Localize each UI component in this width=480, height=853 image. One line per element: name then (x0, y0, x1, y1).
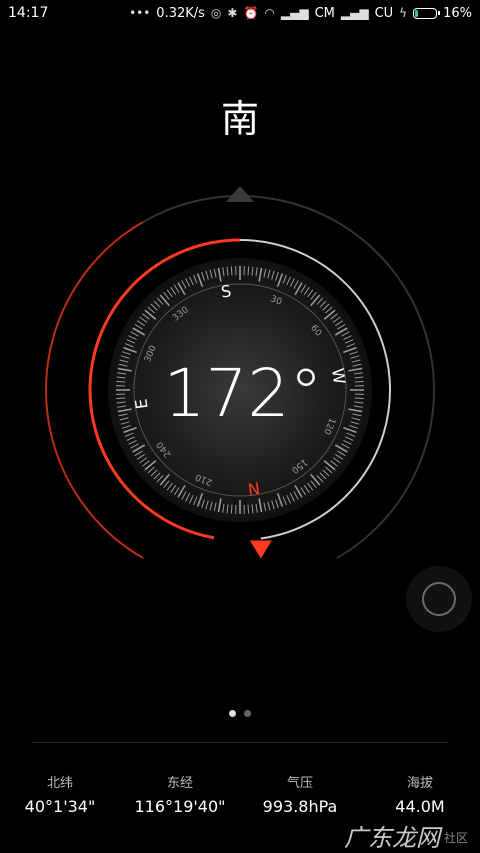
dial-tick (116, 397, 126, 400)
dial-tick (247, 504, 250, 514)
carrier-cu: CU (374, 5, 394, 21)
heading-pointer (249, 540, 272, 559)
altitude-value: 44.0M (395, 797, 445, 816)
dial-tick (230, 504, 233, 514)
signal-icon: ▂▄▆ (280, 6, 309, 20)
more-dots-icon: ••• (129, 6, 151, 20)
hotspot-icon: ◎ (210, 6, 222, 20)
alarm-icon: ⏰ (243, 6, 259, 20)
outer-arc (142, 195, 241, 223)
charging-icon: ϟ (399, 6, 408, 20)
bluetooth-icon: ✱ (227, 6, 238, 20)
circle-icon (422, 582, 456, 616)
watermark-logo: 广东龙网 (344, 824, 440, 852)
location-info: 北纬 40°1'34" 东经 116°19'40" 气压 993.8hPa 海拔… (0, 772, 480, 816)
carrier-cm: CM (314, 5, 335, 21)
status-icons: ••• 0.32K/s ◎ ✱ ⏰ ◠ ▂▄▆ CM ▂▄▆ CU ϟ 16% (129, 6, 472, 21)
cardinal-w: W (328, 367, 349, 385)
direction-name: 南 (220, 97, 259, 141)
altitude-item: 海拔 44.0M (360, 772, 480, 816)
page-indicator (0, 710, 480, 717)
page-dot[interactable] (244, 710, 251, 717)
latitude-value: 40°1'34" (24, 797, 96, 816)
dial-tick (230, 266, 233, 276)
longitude-label: 东经 (166, 776, 193, 791)
pressure-label: 气压 (286, 776, 313, 791)
network-speed: 0.32K/s (156, 5, 205, 21)
compass-dial: SNEW3060120150210240300330 172° (45, 186, 435, 559)
battery-icon (413, 7, 441, 19)
watermark-sub: 社区 (443, 831, 468, 845)
heading-degrees: 172° (164, 355, 323, 432)
top-pointer (226, 186, 254, 202)
status-time: 14:17 (8, 5, 49, 21)
signal-icon: ▂▄▆ (340, 6, 369, 20)
floating-action-button[interactable] (406, 566, 472, 632)
page-dot[interactable] (229, 710, 236, 717)
dial-tick (354, 397, 364, 400)
wifi-icon: ◠ (264, 6, 275, 20)
altitude-label: 海拔 (406, 776, 433, 791)
dial-tick (247, 266, 250, 276)
latitude-item: 北纬 40°1'34" (0, 772, 120, 816)
dial-tick (116, 380, 126, 383)
battery-percent: 16% (443, 5, 472, 21)
longitude-value: 116°19'40" (134, 797, 226, 816)
divider (32, 742, 448, 743)
pressure-value: 993.8hPa (262, 797, 338, 816)
status-bar: 14:17 ••• 0.32K/s ◎ ✱ ⏰ ◠ ▂▄▆ CM ▂▄▆ CU … (0, 0, 480, 26)
latitude-label: 北纬 (46, 776, 73, 791)
pressure-item: 气压 993.8hPa (240, 772, 360, 816)
longitude-item: 东经 116°19'40" (120, 772, 240, 816)
dial-tick (354, 380, 364, 383)
